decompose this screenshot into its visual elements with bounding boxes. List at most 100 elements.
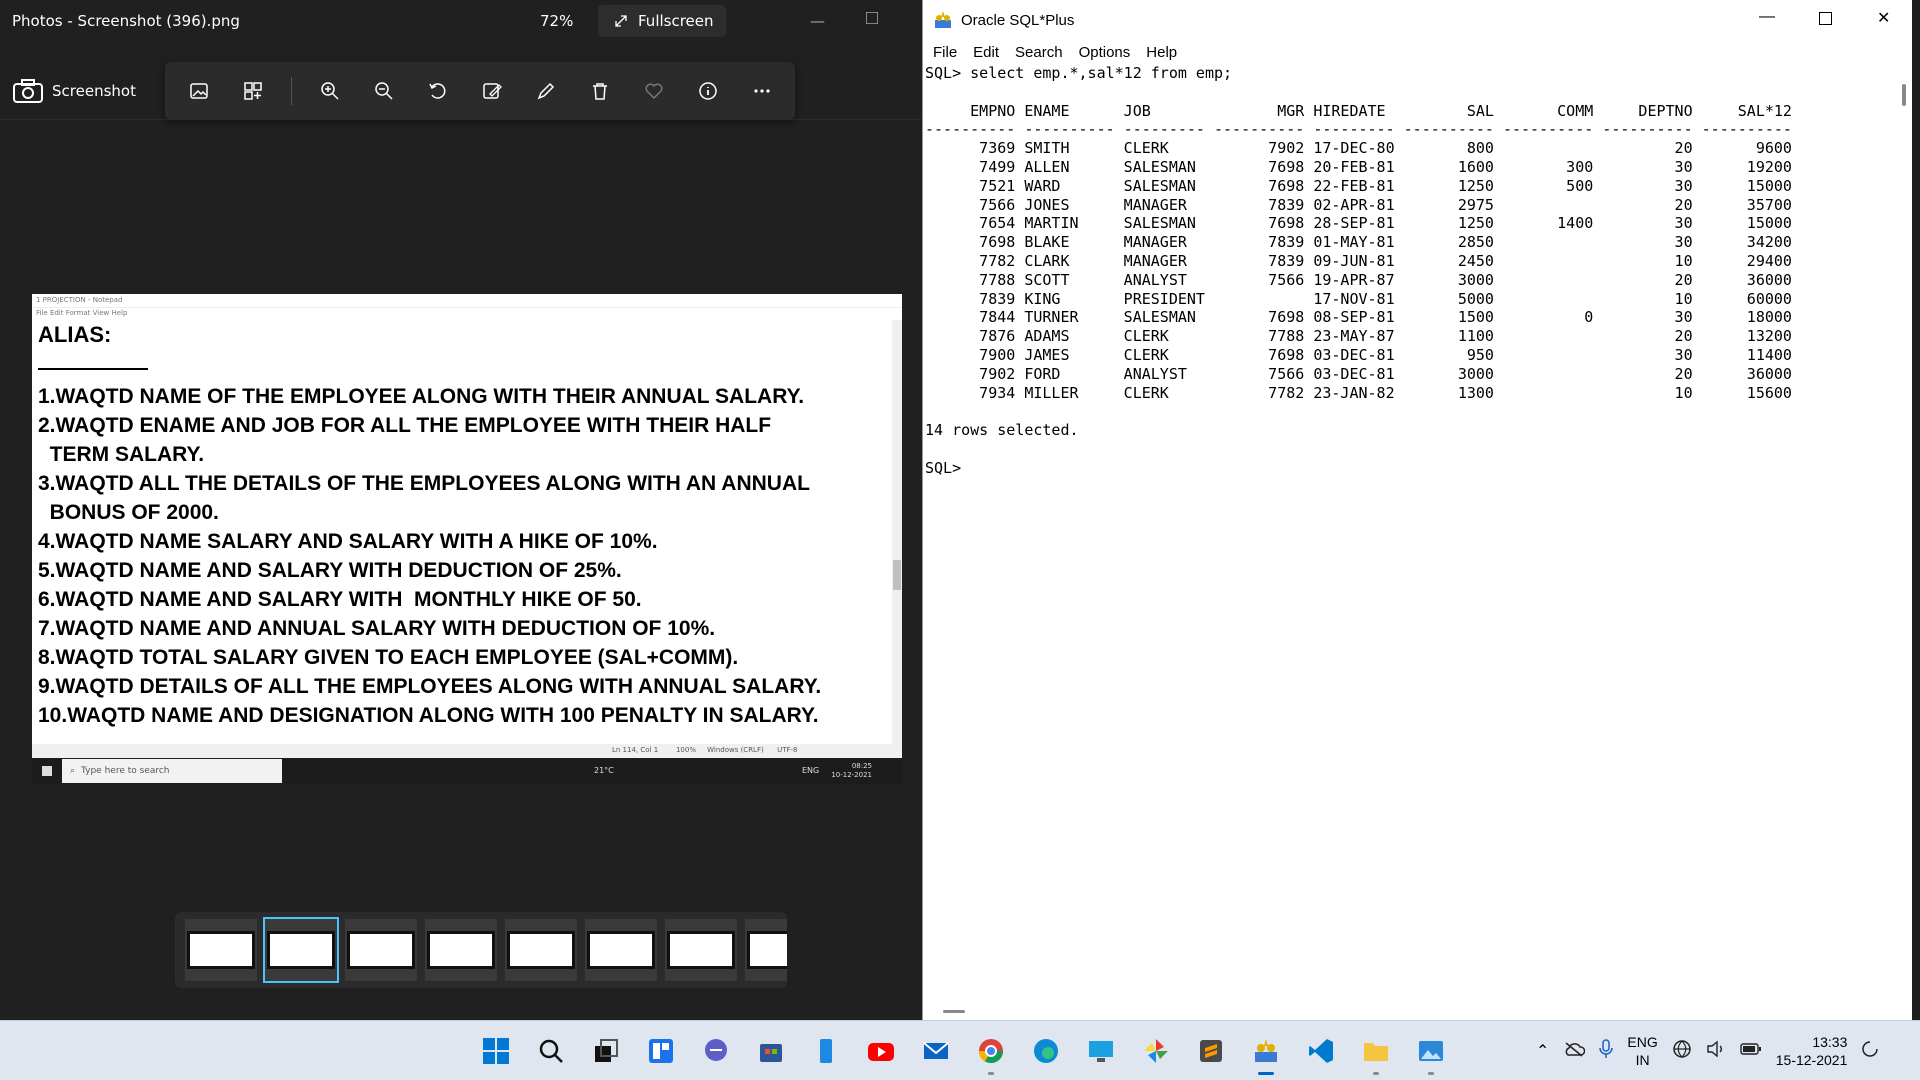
collage-icon[interactable] (237, 75, 269, 107)
pinwheel-icon[interactable] (1136, 1031, 1176, 1071)
sqlplus-titlebar: Oracle SQL*Plus — ✕ (923, 0, 1913, 40)
onedrive-icon[interactable] (1563, 1041, 1586, 1062)
zoom-level[interactable]: 72% (540, 12, 573, 30)
widgets-icon[interactable] (641, 1031, 681, 1071)
menu-search[interactable]: Search (1015, 44, 1063, 61)
sublime-icon[interactable] (1191, 1031, 1231, 1071)
network-icon[interactable] (1672, 1039, 1692, 1064)
notepad-title: 1 PROJECTION - Notepad (32, 294, 902, 308)
notepad-heading: ALIAS: (38, 322, 112, 347)
vertical-scroll-thumb[interactable] (1902, 84, 1906, 106)
notepad-lines: 1.WAQTD NAME OF THE EMPLOYEE ALONG WITH … (38, 382, 892, 730)
vscode-icon[interactable] (1301, 1031, 1341, 1071)
notepad-menu: File Edit Format View Help (36, 309, 128, 317)
notepad-statusbar: Ln 114, Col 1 100% Windows (CRLF) UTF-8 (32, 744, 902, 758)
vertical-scrollbar[interactable] (1897, 64, 1911, 1004)
volume-icon[interactable] (1706, 1040, 1726, 1063)
microphone-icon[interactable] (1599, 1038, 1614, 1064)
console-line: 14 rows selected. (925, 421, 1079, 440)
filmstrip-thumbnail[interactable] (745, 919, 787, 981)
console-line: ---------- ---------- --------- --------… (925, 120, 1792, 139)
notification-icon[interactable] (1861, 1040, 1879, 1063)
file-explorer-icon[interactable] (1356, 1031, 1396, 1075)
photos-command-bar: Screenshot (0, 42, 922, 120)
close-button[interactable]: ✕ (1877, 8, 1890, 28)
screenshot-folder-tag[interactable]: Screenshot (12, 78, 136, 104)
camera-icon (13, 79, 43, 103)
notepad-line: 4.WAQTD NAME SALARY AND SALARY WITH A HI… (38, 530, 658, 553)
notepad-line: TERM SALARY. (38, 443, 205, 466)
horizontal-scrollbar[interactable] (923, 1004, 1895, 1018)
filmstrip-thumbnail[interactable] (585, 919, 657, 981)
thumbnail-image (347, 931, 415, 969)
inner-start-icon (42, 766, 52, 776)
inner-taskbar: ⌕ Type here to search 21°C ENG 08:25 10-… (32, 758, 902, 784)
thumbnail-image (427, 931, 495, 969)
sql-console[interactable]: SQL> select emp.*,sal*12 from emp; EMPNO… (923, 64, 1895, 1004)
inner-search-placeholder: Type here to search (81, 766, 170, 776)
youtube-icon[interactable] (861, 1031, 901, 1071)
chat-icon[interactable] (696, 1031, 736, 1071)
chrome-icon[interactable] (971, 1031, 1011, 1075)
zoom-out-icon[interactable] (368, 75, 400, 107)
edit-icon[interactable] (476, 75, 508, 107)
maximize-button[interactable] (1819, 12, 1832, 25)
console-line: 7654 MARTIN SALESMAN 7698 28-SEP-81 1250… (925, 214, 1792, 233)
photos-icon[interactable] (1411, 1031, 1451, 1075)
edge-icon[interactable] (1026, 1031, 1066, 1071)
info-icon[interactable] (692, 75, 724, 107)
menu-edit[interactable]: Edit (973, 44, 999, 61)
notepad-line: 9.WAQTD DETAILS OF ALL THE EMPLOYEES ALO… (38, 675, 822, 698)
filmstrip-thumbnail[interactable] (185, 919, 257, 981)
notepad-line: 10.WAQTD NAME AND DESIGNATION ALONG WITH… (38, 704, 819, 727)
notepad-line: 7.WAQTD NAME AND ANNUAL SALARY WITH DEDU… (38, 617, 716, 640)
store-icon[interactable] (751, 1031, 791, 1071)
menu-help[interactable]: Help (1146, 44, 1177, 61)
thumbnail-image (747, 931, 787, 969)
horizontal-scroll-thumb[interactable] (943, 1010, 965, 1013)
notepad-text: ALIAS: 1.WAQTD NAME OF THE EMPLOYEE ALON… (32, 320, 898, 744)
console-line: 7902 FORD ANALYST 7566 03-DEC-81 3000 20… (925, 364, 1792, 383)
toolbar-separator (291, 77, 292, 105)
chevron-up-icon[interactable]: ⌃ (1536, 1041, 1549, 1061)
notepad-scrollbar (892, 320, 902, 744)
clock-time: 13:33 (1812, 1034, 1848, 1050)
minimize-button[interactable]: — (810, 12, 825, 30)
filmstrip-thumbnail[interactable] (665, 919, 737, 981)
photo-icon[interactable] (183, 75, 215, 107)
taskbar-apps (476, 1031, 1451, 1075)
clock[interactable]: 13:33 15-12-2021 (1776, 1033, 1848, 1069)
task-view-icon[interactable] (586, 1031, 626, 1071)
language-code: ENG (1627, 1034, 1658, 1050)
console-line: 7900 JAMES CLERK 7698 03-DEC-81 950 30 1… (925, 345, 1792, 364)
delete-icon[interactable] (584, 75, 616, 107)
sqlplus-icon[interactable] (1246, 1031, 1286, 1075)
inner-search-box: ⌕ Type here to search (62, 759, 282, 783)
battery-icon[interactable] (1740, 1041, 1762, 1062)
phone-icon[interactable] (806, 1031, 846, 1071)
language-indicator[interactable]: ENG IN (1627, 1033, 1657, 1069)
maximize-button[interactable] (866, 12, 878, 24)
filmstrip-thumbnail[interactable] (425, 919, 497, 981)
fullscreen-button[interactable]: Fullscreen (598, 5, 726, 37)
mail-icon[interactable] (916, 1031, 956, 1071)
filmstrip-thumbnail[interactable] (345, 919, 417, 981)
console-line: 7521 WARD SALESMAN 7698 22-FEB-81 1250 5… (925, 176, 1792, 195)
console-line: 7566 JONES MANAGER 7839 02-APR-81 2975 2… (925, 195, 1792, 214)
menu-file[interactable]: File (933, 44, 957, 61)
more-icon[interactable] (746, 75, 778, 107)
minimize-button[interactable]: — (1759, 8, 1775, 26)
search-icon[interactable] (531, 1031, 571, 1071)
draw-icon[interactable] (530, 75, 562, 107)
windows-start-icon[interactable] (476, 1031, 516, 1071)
filmstrip-thumbnail-selected[interactable] (263, 917, 339, 983)
zoom-in-icon[interactable] (314, 75, 346, 107)
menu-options[interactable]: Options (1079, 44, 1131, 61)
desktop-icon[interactable] (1081, 1031, 1121, 1071)
rotate-icon[interactable] (422, 75, 454, 107)
heart-icon[interactable] (638, 75, 670, 107)
filmstrip-thumbnail[interactable] (505, 919, 577, 981)
notepad-status-text: Ln 114, Col 1 100% Windows (CRLF) UTF-8 (612, 746, 798, 754)
thumbnail-image (267, 931, 335, 969)
